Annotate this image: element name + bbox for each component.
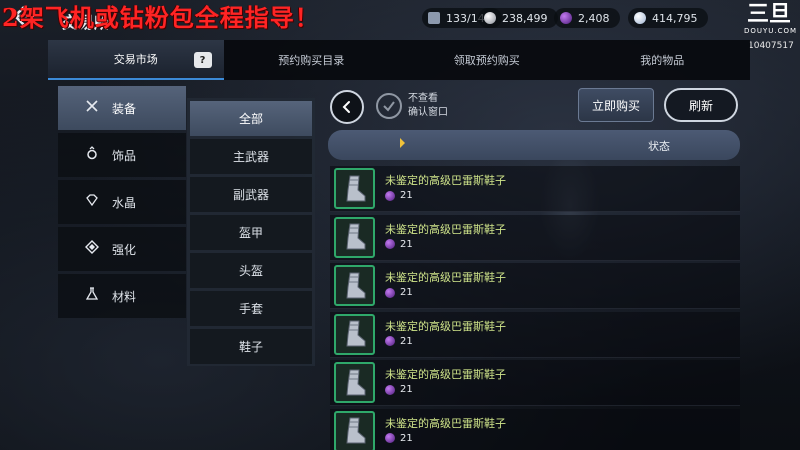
item-name: 未鉴定的高级巴雷斯鞋子 xyxy=(385,368,506,381)
item-price: 21 xyxy=(385,239,413,250)
tab-claim-reserved[interactable]: 领取预约购买 xyxy=(399,40,575,80)
diamond-icon xyxy=(634,12,646,24)
silver-value: 238,499 xyxy=(502,11,548,25)
skip-confirm-line2: 确认窗口 xyxy=(408,107,448,118)
column-status: 状态 xyxy=(648,140,670,153)
category-label: 水晶 xyxy=(112,195,137,210)
item-price: 21 xyxy=(385,384,413,395)
skip-confirm-label: 不查看 确认窗口 xyxy=(408,92,448,120)
purple-gem-icon xyxy=(560,12,572,24)
tab-label: 领取预约购买 xyxy=(453,54,520,67)
crystal-icon xyxy=(84,193,100,211)
back-circle-button[interactable] xyxy=(330,90,364,124)
list-item[interactable]: 未鉴定的高级巴雷斯鞋子 21 xyxy=(330,311,740,358)
logo-subtext: DOUYU.COM xyxy=(744,27,798,35)
diamond-counter: 414,795 xyxy=(628,8,708,28)
subcategory-list: 全部 主武器 副武器 盔甲 头盔 手套 鞋子 xyxy=(187,98,315,366)
tab-label: 我的物品 xyxy=(640,54,685,67)
boot-icon xyxy=(334,216,375,258)
boot-icon xyxy=(334,313,375,355)
chevron-left-icon xyxy=(342,101,350,113)
item-price: 21 xyxy=(385,287,413,298)
check-icon xyxy=(383,101,395,112)
category-label: 材料 xyxy=(112,289,137,304)
promo-overlay-text: 2架飞机或钻粉包全程指导！ xyxy=(2,3,320,32)
category-label: 饰品 xyxy=(112,148,137,163)
item-list: 未鉴定的高级巴雷斯鞋子 21 未鉴定的高级巴雷斯鞋子 21 未鉴定的高级巴雷斯鞋… xyxy=(330,166,740,450)
boot-icon xyxy=(334,168,375,209)
purple-gem-icon xyxy=(385,336,395,346)
category-list: 装备 饰品 水晶 强化 材料 xyxy=(58,86,186,321)
category-label: 装备 xyxy=(112,101,137,116)
tab-bar: 交易市场 ? 预约购买目录 领取预约购买 我的物品 xyxy=(48,40,750,80)
subcategory-main-weapon[interactable]: 主武器 xyxy=(190,139,312,174)
refresh-button[interactable]: 刷新 xyxy=(664,88,738,122)
silver-coin-icon xyxy=(484,12,496,24)
list-item[interactable]: 未鉴定的高级巴雷斯鞋子 21 xyxy=(330,408,740,450)
watermark-logo: 三旦 DOUYU.COM xyxy=(744,2,798,39)
subcategory-shoes[interactable]: 鞋子 xyxy=(190,329,312,364)
tab-label: 预约购买目录 xyxy=(278,54,345,67)
subcategory-sub-weapon[interactable]: 副武器 xyxy=(190,177,312,212)
item-name: 未鉴定的高级巴雷斯鞋子 xyxy=(385,319,506,333)
item-price-value: 21 xyxy=(400,335,413,347)
silver-counter: 238,499 xyxy=(478,8,558,28)
list-item[interactable]: 未鉴定的高级巴雷斯鞋子 21 xyxy=(330,214,740,261)
subcategory-armor[interactable]: 盔甲 xyxy=(190,215,312,250)
tab-my-items[interactable]: 我的物品 xyxy=(575,40,751,80)
skip-confirm-line1: 不查看 xyxy=(408,93,438,104)
list-item[interactable]: 未鉴定的高级巴雷斯鞋子 21 xyxy=(330,166,740,212)
list-item[interactable]: 未鉴定的高级巴雷斯鞋子 21 xyxy=(330,263,740,309)
sort-arrow-icon[interactable] xyxy=(400,138,405,148)
buy-now-button[interactable]: 立即购买 xyxy=(578,88,654,122)
purple-gem-icon xyxy=(385,287,395,298)
item-name: 未鉴定的高级巴雷斯鞋子 xyxy=(385,416,506,430)
subcategory-all[interactable]: 全部 xyxy=(190,101,312,136)
purple-gem-icon xyxy=(385,190,395,201)
skip-confirm-checkbox[interactable] xyxy=(376,93,402,119)
item-price-value: 21 xyxy=(400,190,413,201)
boot-icon xyxy=(334,362,375,403)
tab-reserve-catalog[interactable]: 预约购买目录 xyxy=(224,40,400,80)
gem-counter: 2,408 xyxy=(554,8,620,28)
boot-icon xyxy=(334,410,375,450)
room-id: 10407517 xyxy=(748,41,794,51)
subcategory-gloves[interactable]: 手套 xyxy=(190,291,312,326)
list-header: 状态 xyxy=(328,130,740,160)
category-crystal[interactable]: 水晶 xyxy=(58,180,186,224)
category-accessory[interactable]: 饰品 xyxy=(58,133,186,177)
item-price-value: 21 xyxy=(400,238,413,250)
tab-market[interactable]: 交易市场 ? xyxy=(48,40,224,80)
purple-gem-icon xyxy=(385,239,395,249)
category-enhance[interactable]: 强化 xyxy=(58,227,186,271)
crossed-swords-icon xyxy=(84,99,100,117)
item-price: 21 xyxy=(385,336,413,347)
item-price-value: 21 xyxy=(400,287,413,298)
item-price-value: 21 xyxy=(400,432,413,444)
category-equipment[interactable]: 装备 xyxy=(58,86,186,130)
enhance-icon xyxy=(84,240,100,258)
list-item[interactable]: 未鉴定的高级巴雷斯鞋子 21 xyxy=(330,360,740,406)
purple-gem-icon xyxy=(385,433,395,443)
item-name: 未鉴定的高级巴雷斯鞋子 xyxy=(385,222,506,236)
gem-value: 2,408 xyxy=(578,11,610,25)
flask-icon xyxy=(84,287,100,305)
diamond-value: 414,795 xyxy=(652,11,698,25)
boot-icon xyxy=(334,265,375,306)
logo-text: 三旦 xyxy=(746,2,791,27)
item-name: 未鉴定的高级巴雷斯鞋子 xyxy=(385,271,506,284)
item-price: 21 xyxy=(385,433,413,444)
subcategory-helmet[interactable]: 头盔 xyxy=(190,253,312,288)
ring-icon xyxy=(84,146,100,164)
item-price: 21 xyxy=(385,190,413,201)
category-material[interactable]: 材料 xyxy=(58,274,186,318)
help-icon[interactable]: ? xyxy=(193,52,212,68)
item-price-value: 21 xyxy=(400,384,413,395)
tab-label: 交易市场 xyxy=(113,53,158,66)
category-label: 强化 xyxy=(112,242,137,257)
inventory-icon xyxy=(428,12,440,24)
item-name: 未鉴定的高级巴雷斯鞋子 xyxy=(385,174,506,187)
purple-gem-icon xyxy=(385,384,395,395)
